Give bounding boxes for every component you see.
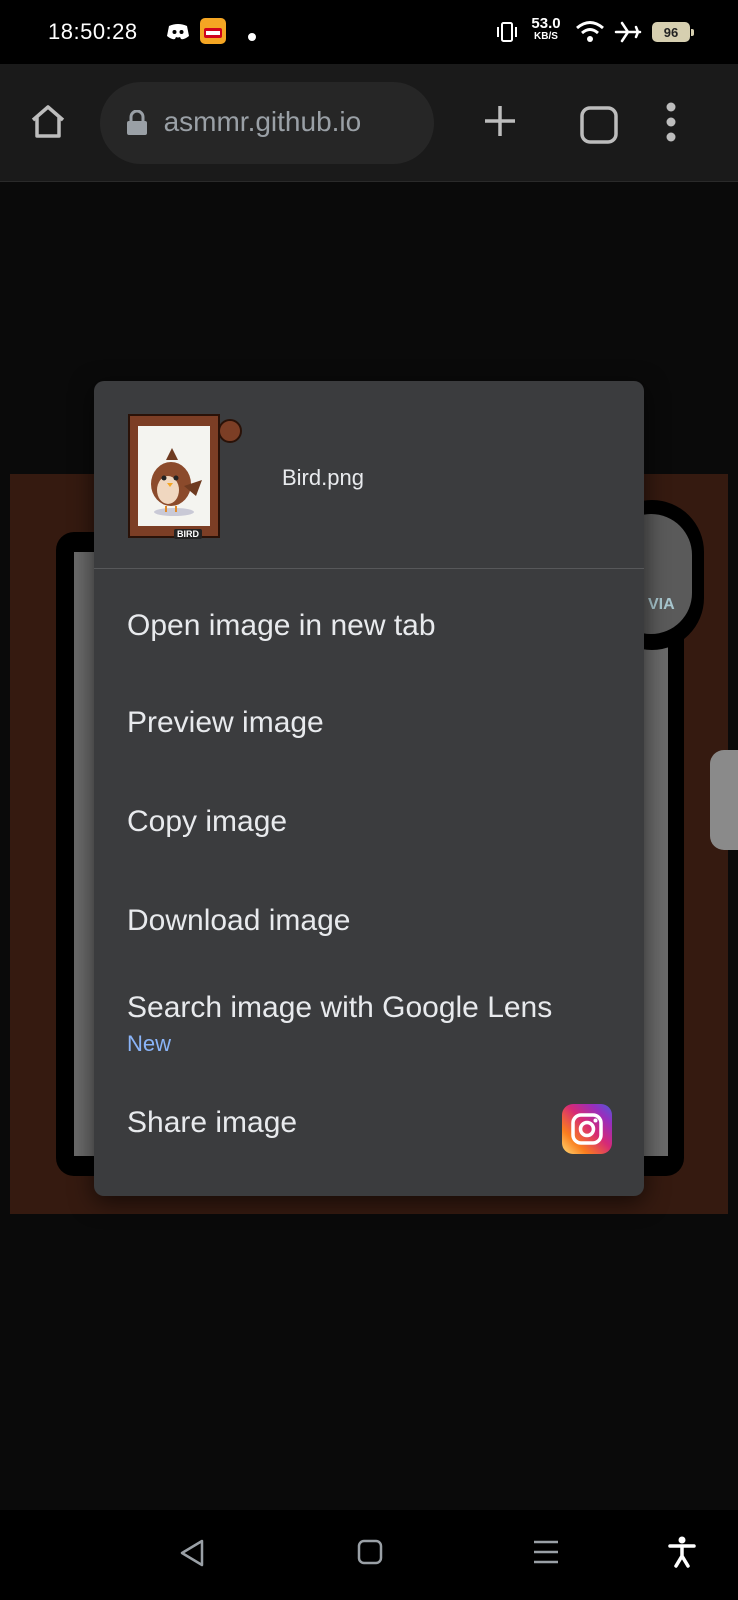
browser-toolbar: nasmmr.github.io [0, 64, 738, 182]
menu-item-open-in-new-tab[interactable]: Open image in new tab [94, 581, 644, 677]
image-filename: Bird.png [282, 465, 364, 490]
instagram-icon[interactable] [562, 1104, 612, 1154]
screen: 18:50:28 53.0 KB/S 96 nasmmr.github.io V… [0, 0, 738, 1600]
status-bar: 18:50:28 53.0 KB/S 96 [0, 0, 738, 64]
home-square-icon[interactable] [356, 1538, 384, 1571]
menu-item-label: Download image [127, 904, 351, 937]
url-bar[interactable]: nasmmr.github.io [100, 82, 434, 164]
vibrate-icon [495, 20, 519, 49]
tab-switcher-icon[interactable] [580, 106, 618, 149]
menu-item-preview-image[interactable]: Preview image [94, 678, 644, 774]
battery-icon: 96 [652, 22, 694, 42]
back-icon[interactable] [178, 1538, 206, 1573]
system-nav-bar [0, 1510, 738, 1600]
menu-item-label: Copy image [127, 805, 288, 838]
status-time: 18:50:28 [48, 19, 138, 44]
bird-illustration [151, 448, 202, 516]
new-badge: New [127, 1031, 172, 1056]
discord-icon [166, 22, 190, 47]
network-speed: 53.0 KB/S [529, 16, 563, 42]
notification-dot-icon [248, 28, 256, 46]
airplane-mode-icon [614, 20, 642, 49]
network-speed-value: 53.0 [531, 15, 561, 32]
network-speed-unit: KB/S [534, 31, 558, 42]
overflow-menu-icon[interactable] [666, 102, 676, 147]
menu-item-google-lens[interactable]: Search image with Google Lens New [94, 971, 644, 1071]
recents-icon[interactable] [532, 1538, 560, 1571]
new-tab-plus-icon[interactable] [483, 104, 517, 143]
menu-item-label: Preview image [127, 706, 324, 739]
accessibility-icon[interactable] [668, 1536, 696, 1573]
context-menu-header: BIRD Bird.png [94, 381, 644, 569]
url-text-container: nasmmr.github.io [162, 82, 434, 164]
home-icon[interactable] [28, 102, 68, 147]
edge-panel-handle[interactable] [710, 750, 738, 850]
thumbnail-label: BIRD [174, 529, 202, 539]
lock-icon [126, 109, 148, 141]
page-badge-text: VIA [648, 596, 675, 613]
thumbnail-image-area [138, 426, 210, 526]
menu-item-label: Share image [127, 1106, 298, 1139]
thumbnail-badge-icon [218, 419, 242, 443]
menu-item-share-image[interactable]: Share image [94, 1078, 644, 1174]
game-app-icon [200, 18, 226, 49]
menu-item-download-image[interactable]: Download image [94, 876, 644, 972]
image-thumbnail: BIRD [128, 414, 242, 539]
image-context-menu: BIRD Bird.png Open image in new tab Prev… [94, 381, 644, 1196]
menu-item-label: Search image with Google Lens [127, 991, 553, 1024]
url-text: nasmmr.github.io [162, 106, 362, 137]
wifi-icon [575, 20, 605, 49]
battery-level: 96 [663, 24, 679, 40]
menu-item-label: Open image in new tab [127, 609, 436, 642]
menu-item-copy-image[interactable]: Copy image [94, 777, 644, 873]
